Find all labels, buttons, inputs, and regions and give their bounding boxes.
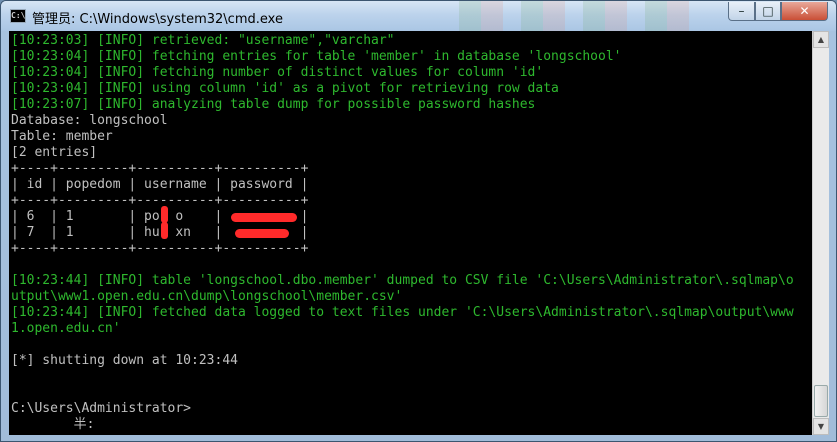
console-line: [10:23:04] [INFO] fetching entries for t… xyxy=(11,49,622,64)
command-prompt[interactable]: C:\Users\Administrator> xyxy=(11,401,191,417)
scrollbar-thumb[interactable] xyxy=(814,385,828,417)
table-border-line: +----+---------+----------+----------+ xyxy=(11,241,309,256)
console-line: [*] shutting down at 10:23:44 xyxy=(11,353,238,368)
cmd-window: C:\ 管理员: C:\Windows\system32\cmd.exe – □… xyxy=(0,0,837,442)
console-line: Table: member xyxy=(11,129,113,144)
console-line: [10:23:04] [INFO] fetching number of dis… xyxy=(11,65,544,80)
ime-status-line: 半: xyxy=(11,417,95,432)
close-icon: ✕ xyxy=(799,4,810,18)
redaction-mark xyxy=(231,213,297,222)
title-bar[interactable]: C:\ 管理员: C:\Windows\system32\cmd.exe – □… xyxy=(1,1,836,31)
table-header-row: | id | popedom | username | password | xyxy=(11,177,309,192)
console-line: [10:23:44] [INFO] table 'longschool.dbo.… xyxy=(11,273,794,288)
console-line: [10:23:07] [INFO] analyzing table dump f… xyxy=(11,97,536,112)
console-line: [10:23:04] [INFO] using column 'id' as a… xyxy=(11,81,559,96)
redaction-mark xyxy=(161,222,168,239)
minimize-icon: – xyxy=(738,4,745,18)
window-title: 管理员: C:\Windows\system32\cmd.exe xyxy=(32,12,283,27)
close-button[interactable]: ✕ xyxy=(781,2,828,21)
table-border-line: +----+---------+----------+----------+ xyxy=(11,161,309,176)
maximize-button[interactable]: □ xyxy=(755,2,781,21)
console-line: [10:23:44] [INFO] fetched data logged to… xyxy=(11,305,794,320)
console-line: utput\www1.open.edu.cn\dump\longschool\m… xyxy=(11,289,403,304)
console-line: 1.open.edu.cn' xyxy=(11,321,121,336)
maximize-icon: □ xyxy=(762,4,774,18)
console-line: [10:23:03] [INFO] retrieved: "username",… xyxy=(11,33,395,48)
vertical-scrollbar[interactable]: ▲ ▼ xyxy=(812,31,829,435)
console-output[interactable]: [10:23:03] [INFO] retrieved: "username",… xyxy=(9,31,812,435)
minimize-button[interactable]: – xyxy=(728,2,755,21)
titlebar-background-decoration xyxy=(441,1,701,31)
scroll-down-button[interactable]: ▼ xyxy=(813,418,829,435)
console-line: [2 entries] xyxy=(11,145,98,160)
arrow-down-icon: ▼ xyxy=(817,422,825,431)
cmd-app-icon[interactable]: C:\ xyxy=(10,9,26,23)
console-line: Database: longschool xyxy=(11,113,168,128)
redaction-mark xyxy=(235,229,289,238)
redaction-mark xyxy=(161,206,168,223)
table-border-line: +----+---------+----------+----------+ xyxy=(11,193,309,208)
arrow-up-icon: ▲ xyxy=(817,35,825,44)
scroll-up-button[interactable]: ▲ xyxy=(813,31,829,48)
